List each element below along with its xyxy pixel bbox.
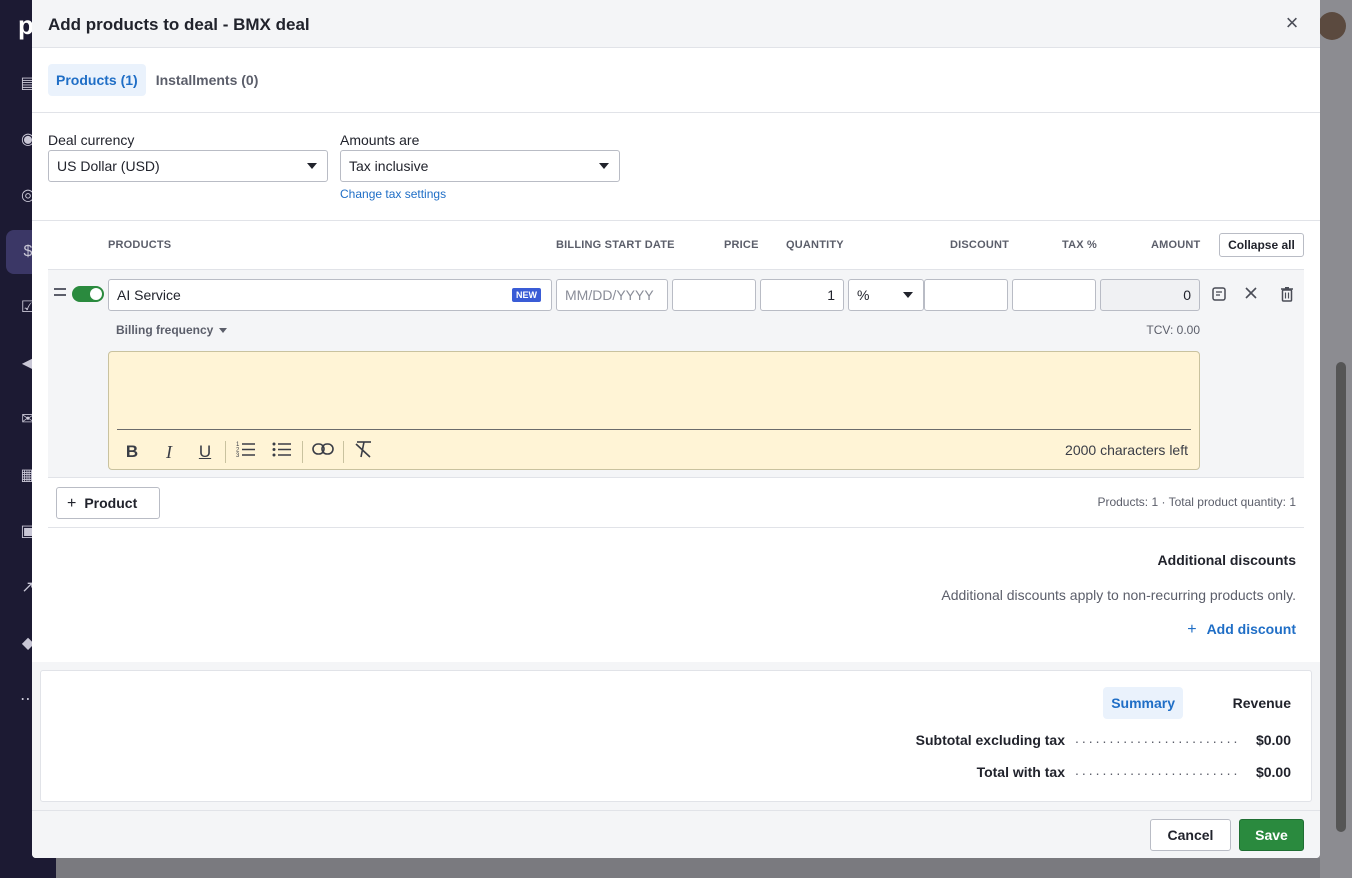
toolbar-separator bbox=[343, 441, 344, 463]
toolbar-separator bbox=[302, 441, 303, 463]
quantity-field[interactable]: 1 bbox=[760, 279, 844, 311]
tcv-value: TCV: 0.00 bbox=[1146, 323, 1200, 337]
note-text[interactable] bbox=[117, 358, 1191, 424]
modal-title: Add products to deal - BMX deal bbox=[48, 15, 310, 34]
close-icon[interactable]: × bbox=[1280, 12, 1304, 36]
italic-icon[interactable]: I bbox=[157, 440, 181, 464]
avatar bbox=[1318, 12, 1346, 40]
subtotal-value: $0.00 bbox=[1255, 732, 1291, 748]
svg-text:3: 3 bbox=[236, 453, 240, 458]
bullet-list-icon[interactable] bbox=[270, 440, 294, 464]
caret-down-icon bbox=[219, 328, 228, 334]
plus-icon: + bbox=[1187, 621, 1197, 638]
product-stats: Products: 1 · Total product quantity: 1 bbox=[1097, 495, 1296, 509]
discount-type-select[interactable]: % bbox=[848, 279, 924, 311]
caret-down-icon bbox=[599, 163, 609, 169]
editor-divider bbox=[117, 429, 1191, 430]
add-product-button[interactable]: + Product bbox=[56, 487, 160, 519]
link-icon[interactable] bbox=[311, 440, 335, 464]
note-icon[interactable] bbox=[1210, 286, 1228, 304]
deal-currency-select[interactable]: US Dollar (USD) bbox=[48, 150, 328, 182]
column-header-billing-start: BILLING START DATE bbox=[556, 239, 675, 251]
new-badge: NEW bbox=[512, 288, 541, 302]
leader-dots: ......................... bbox=[1075, 730, 1241, 746]
discount-field[interactable] bbox=[924, 279, 1008, 311]
cancel-button[interactable]: Cancel bbox=[1150, 819, 1231, 851]
column-header-amount: AMOUNT bbox=[1151, 239, 1201, 251]
tab-products[interactable]: Products (1) bbox=[48, 64, 146, 96]
modal-header: Add products to deal - BMX deal × bbox=[32, 0, 1320, 48]
divider bbox=[32, 220, 1320, 221]
toggle-knob bbox=[90, 288, 102, 300]
additional-discounts-title: Additional discounts bbox=[1157, 552, 1296, 568]
total-label: Total with tax bbox=[976, 764, 1065, 780]
column-header-tax: TAX % bbox=[1062, 239, 1098, 251]
modal-footer: Cancel Save bbox=[32, 810, 1320, 858]
plus-icon: + bbox=[67, 495, 77, 512]
tab-revenue[interactable]: Revenue bbox=[1225, 687, 1299, 719]
product-note-editor[interactable]: B I U 123 2000 characters left bbox=[108, 351, 1200, 470]
product-name-value: AI Service bbox=[117, 287, 181, 303]
clear-format-icon[interactable] bbox=[352, 440, 376, 464]
add-discount-label: Add discount bbox=[1206, 621, 1296, 637]
bold-icon[interactable]: B bbox=[120, 440, 144, 464]
summary-card: Summary Revenue Subtotal excluding tax .… bbox=[40, 670, 1312, 802]
ordered-list-icon[interactable]: 123 bbox=[234, 440, 258, 464]
billing-frequency-dropdown[interactable]: Billing frequency bbox=[116, 323, 228, 337]
additional-discounts-note: Additional discounts apply to non-recurr… bbox=[941, 587, 1296, 603]
background-footer bbox=[56, 858, 1320, 878]
deal-currency-value: US Dollar (USD) bbox=[57, 158, 160, 174]
caret-down-icon bbox=[307, 163, 317, 169]
product-row: AI Service NEW MM/DD/YYYY 1 % 0 Billing … bbox=[48, 269, 1304, 478]
discount-type-value: % bbox=[857, 287, 870, 303]
amounts-are-value: Tax inclusive bbox=[349, 158, 429, 174]
divider bbox=[48, 527, 1304, 528]
amounts-are-label: Amounts are bbox=[340, 132, 420, 148]
tax-field[interactable] bbox=[1012, 279, 1096, 311]
tab-installments[interactable]: Installments (0) bbox=[148, 64, 267, 96]
column-header-products: PRODUCTS bbox=[108, 239, 172, 251]
subtotal-row: Subtotal excluding tax .................… bbox=[891, 730, 1291, 750]
collapse-all-button[interactable]: Collapse all bbox=[1219, 233, 1304, 257]
trash-icon[interactable] bbox=[1278, 286, 1296, 304]
toolbar-separator bbox=[225, 441, 226, 463]
leader-dots: ......................... bbox=[1075, 762, 1241, 778]
column-header-quantity: QUANTITY bbox=[786, 239, 844, 251]
tab-bar: Products (1) Installments (0) bbox=[48, 64, 266, 96]
product-name-field[interactable]: AI Service NEW bbox=[108, 279, 552, 311]
add-products-modal: Add products to deal - BMX deal × Produc… bbox=[32, 0, 1320, 858]
characters-left: 2000 characters left bbox=[1065, 442, 1188, 458]
amounts-are-select[interactable]: Tax inclusive bbox=[340, 150, 620, 182]
subtotal-label: Subtotal excluding tax bbox=[915, 732, 1065, 748]
amount-field: 0 bbox=[1100, 279, 1200, 311]
divider bbox=[32, 112, 1320, 113]
change-tax-settings-link[interactable]: Change tax settings bbox=[340, 187, 446, 201]
background-scrollbar bbox=[1336, 362, 1346, 832]
price-field[interactable] bbox=[672, 279, 756, 311]
remove-item-icon[interactable] bbox=[1242, 286, 1260, 304]
total-row: Total with tax .........................… bbox=[891, 762, 1291, 782]
drag-handle-icon[interactable] bbox=[54, 288, 66, 296]
deal-currency-label: Deal currency bbox=[48, 132, 135, 148]
column-header-price: PRICE bbox=[724, 239, 759, 251]
summary-section: Summary Revenue Subtotal excluding tax .… bbox=[32, 662, 1320, 810]
add-discount-link[interactable]: + Add discount bbox=[1187, 621, 1296, 639]
billing-frequency-label: Billing frequency bbox=[116, 323, 214, 337]
tab-summary[interactable]: Summary bbox=[1103, 687, 1183, 719]
caret-down-icon bbox=[903, 292, 913, 298]
billing-start-date-field[interactable]: MM/DD/YYYY bbox=[556, 279, 668, 311]
underline-icon[interactable]: U bbox=[193, 440, 217, 464]
save-button[interactable]: Save bbox=[1239, 819, 1304, 851]
total-value: $0.00 bbox=[1255, 764, 1291, 780]
add-product-label: Product bbox=[84, 495, 138, 511]
column-header-discount: DISCOUNT bbox=[950, 239, 1010, 251]
product-enabled-toggle[interactable] bbox=[72, 286, 104, 302]
